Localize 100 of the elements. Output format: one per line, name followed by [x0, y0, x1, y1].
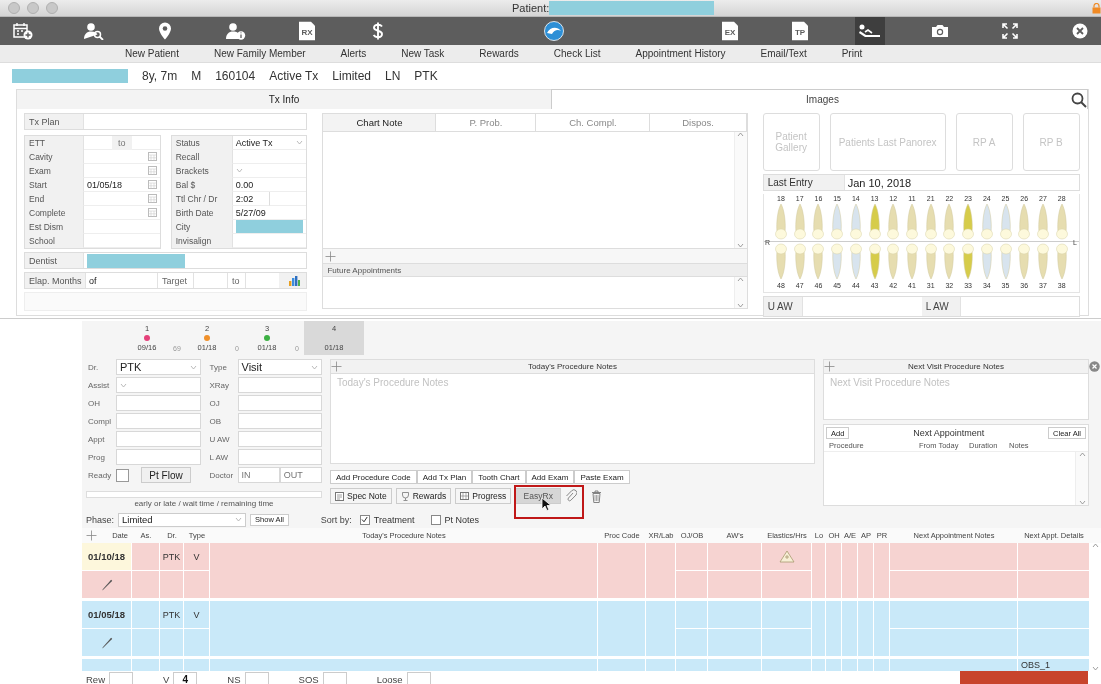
action-button[interactable]: Progress [455, 488, 512, 504]
tooth-icon[interactable] [998, 203, 1013, 241]
input-field[interactable] [116, 431, 201, 447]
document-icon[interactable]: RX [298, 21, 316, 41]
dropdown[interactable] [116, 377, 201, 393]
person-search-icon[interactable] [84, 22, 104, 40]
input-field[interactable] [406, 672, 431, 684]
tab[interactable]: Dispos. [650, 114, 747, 132]
dropdown[interactable]: Active Tx [231, 136, 307, 150]
input-field[interactable]: 01/05/18 [83, 178, 146, 192]
action-button[interactable]: Paste Exam [574, 470, 630, 484]
camera-icon[interactable] [931, 24, 949, 38]
input-field[interactable] [109, 672, 133, 684]
toolbar-button[interactable] [855, 17, 885, 45]
calendar-icon[interactable] [148, 166, 158, 175]
document-icon[interactable]: TP [791, 21, 809, 41]
plus-icon[interactable] [824, 361, 835, 372]
tooth-icon[interactable] [773, 203, 788, 241]
input-field[interactable] [116, 413, 201, 429]
tooth-icon[interactable] [886, 242, 901, 280]
dropdown[interactable]: Limited [118, 512, 247, 527]
action-button[interactable]: Rewards [395, 488, 452, 504]
location-pin-icon[interactable] [158, 22, 172, 40]
input-field[interactable] [244, 672, 269, 684]
checkbox[interactable] [359, 514, 370, 525]
menu-item[interactable]: Email/Text [760, 48, 807, 59]
input-field[interactable] [237, 413, 322, 429]
input-field[interactable]: IN [237, 467, 280, 483]
tooth-icon[interactable] [961, 203, 976, 241]
tooth-icon[interactable] [830, 203, 845, 241]
menu-item[interactable]: New Patient [125, 48, 179, 59]
tooth-icon[interactable] [998, 242, 1013, 280]
window-control[interactable] [8, 2, 20, 14]
scroll-up-icon[interactable] [1092, 543, 1099, 548]
tooth-icon[interactable] [1017, 242, 1032, 280]
scroll-down-icon[interactable] [737, 303, 745, 308]
person-info-icon[interactable] [226, 22, 246, 40]
tab[interactable]: Tx Info [17, 89, 551, 109]
input-field[interactable] [801, 297, 922, 316]
calendar-icon[interactable] [148, 180, 158, 189]
plus-icon[interactable] [331, 361, 342, 372]
tooth-icon[interactable] [961, 242, 976, 280]
tooth-icon[interactable] [848, 203, 863, 241]
scroll-down-icon[interactable] [737, 243, 745, 248]
action-bar[interactable] [960, 671, 1088, 684]
tooth-icon[interactable] [904, 242, 919, 280]
wave-logo-icon[interactable] [544, 21, 564, 41]
table-row[interactable]: OBS_1 [82, 659, 1090, 671]
pt-flow-button[interactable]: Pt Flow [141, 467, 191, 483]
trash-icon[interactable] [591, 489, 603, 503]
tooth-icon[interactable] [923, 242, 938, 280]
dropdown[interactable] [231, 164, 307, 178]
plus-icon[interactable] [325, 250, 337, 262]
action-button[interactable]: Add Procedure Code [330, 470, 417, 484]
calendar-icon[interactable] [148, 152, 158, 161]
tooth-icon[interactable] [979, 242, 994, 280]
dropdown[interactable]: PTK [116, 359, 201, 375]
tooth-icon[interactable] [886, 203, 901, 241]
input-field[interactable]: 4 [173, 672, 198, 684]
calendar-icon[interactable] [148, 208, 158, 217]
scroll-up-icon[interactable] [737, 132, 745, 137]
tooth-icon[interactable] [979, 203, 994, 241]
tab[interactable]: Ch. Compl. [536, 114, 651, 132]
input-field[interactable] [322, 672, 347, 684]
tooth-icon[interactable] [942, 203, 957, 241]
recliner-chair-icon[interactable] [859, 24, 881, 38]
tooth-icon[interactable] [1035, 242, 1050, 280]
tooth-icon[interactable] [867, 242, 882, 280]
tooth-icon[interactable] [1054, 203, 1069, 241]
menu-item[interactable]: Print [841, 48, 863, 59]
window-control[interactable] [46, 2, 58, 14]
scroll-down-icon[interactable] [1092, 666, 1099, 671]
action-button[interactable]: Add Exam [525, 470, 575, 484]
input-field[interactable] [116, 449, 201, 465]
close-icon[interactable] [1072, 23, 1088, 39]
window-control[interactable] [27, 2, 39, 14]
input-field[interactable]: OUT [279, 467, 322, 483]
tooth-icon[interactable] [848, 242, 863, 280]
tooth-icon[interactable] [867, 203, 882, 241]
menu-item[interactable]: Appointment History [635, 48, 726, 59]
input-field[interactable]: 2:02 [231, 192, 270, 206]
document-icon[interactable]: EX [721, 21, 739, 41]
tooth-icon[interactable] [923, 203, 938, 241]
tab[interactable]: Chart Note [323, 114, 437, 132]
tooth-icon[interactable] [942, 242, 957, 280]
menu-item[interactable]: Alerts [340, 48, 367, 59]
bar-chart-icon[interactable] [289, 275, 301, 286]
dollar-icon[interactable] [372, 22, 384, 40]
table-row[interactable]: 01/10/18 PTK V [82, 543, 1090, 601]
input-field[interactable] [237, 449, 322, 465]
tooth-icon[interactable] [792, 203, 807, 241]
tab[interactable]: P. Prob. [436, 114, 537, 132]
menu-item[interactable]: Check List [553, 48, 601, 59]
input-field[interactable] [86, 491, 322, 498]
input-field[interactable]: 5/27/09 [231, 206, 307, 220]
checkbox[interactable] [116, 468, 129, 482]
input-field[interactable] [237, 395, 322, 411]
input-field[interactable] [237, 377, 322, 393]
input-field[interactable] [116, 395, 201, 411]
action-button[interactable]: Tooth Chart [472, 470, 526, 484]
